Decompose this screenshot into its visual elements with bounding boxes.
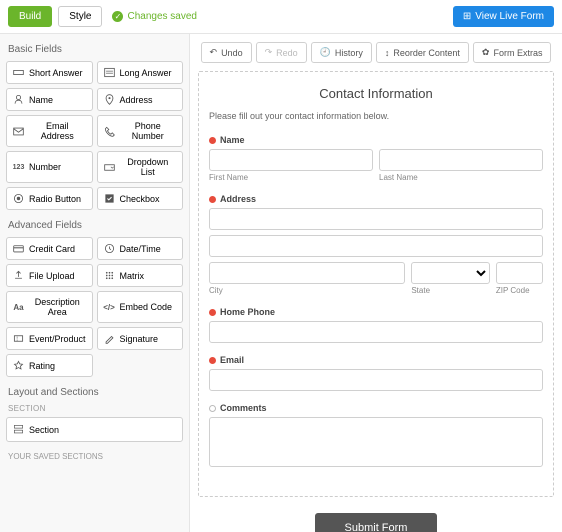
- field-phone[interactable]: Phone Number: [97, 115, 184, 147]
- view-live-button[interactable]: ⊞ View Live Form: [453, 6, 554, 27]
- required-icon: [209, 357, 216, 364]
- field-file-upload[interactable]: File Upload: [6, 264, 93, 287]
- reorder-button[interactable]: ↕Reorder Content: [376, 42, 469, 63]
- clock-icon: [104, 243, 115, 254]
- state-select[interactable]: [411, 262, 490, 284]
- layout-heading: Layout and Sections: [8, 387, 183, 398]
- last-name-input[interactable]: [379, 149, 543, 171]
- radio-icon: [13, 193, 24, 204]
- matrix-icon: [104, 270, 115, 281]
- required-icon: [209, 309, 216, 316]
- field-long-answer[interactable]: Long Answer: [97, 61, 184, 84]
- field-number[interactable]: 123Number: [6, 151, 93, 183]
- undo-icon: ↶: [210, 47, 218, 58]
- envelope-icon: [13, 126, 24, 137]
- field-short-answer[interactable]: Short Answer: [6, 61, 93, 84]
- field-signature[interactable]: Signature: [97, 327, 183, 350]
- ticket-icon: [13, 333, 24, 344]
- required-icon: [209, 196, 216, 203]
- style-tab[interactable]: Style: [58, 6, 102, 27]
- field-address-block[interactable]: Address City State ZIP Code: [209, 194, 543, 295]
- basic-fields-heading: Basic Fields: [8, 44, 183, 55]
- zip-input[interactable]: [496, 262, 543, 284]
- checkbox-icon: [104, 193, 115, 204]
- saved-sections-label: YOUR SAVED SECTIONS: [8, 452, 183, 461]
- phone-input[interactable]: [209, 321, 543, 343]
- address-line1-input[interactable]: [209, 208, 543, 230]
- gear-icon: ✿: [482, 47, 490, 58]
- build-tab[interactable]: Build: [8, 6, 52, 27]
- saved-status: ✓ Changes saved: [112, 11, 197, 22]
- first-name-input[interactable]: [209, 149, 373, 171]
- section-button[interactable]: Section: [6, 417, 183, 442]
- short-answer-icon: [13, 67, 24, 78]
- field-datetime[interactable]: Date/Time: [97, 237, 183, 260]
- person-icon: [13, 94, 24, 105]
- field-email[interactable]: Email Address: [6, 115, 93, 147]
- field-credit-card[interactable]: Credit Card: [6, 237, 93, 260]
- field-address[interactable]: Address: [97, 88, 184, 111]
- topbar: Build Style ✓ Changes saved ⊞ View Live …: [0, 0, 562, 34]
- dropdown-icon: [104, 162, 115, 173]
- comments-input[interactable]: [209, 417, 543, 467]
- reorder-icon: ↕: [385, 48, 390, 58]
- section-icon: [13, 424, 24, 435]
- text-icon: Aa: [13, 302, 24, 313]
- field-dropdown[interactable]: Dropdown List: [97, 151, 184, 183]
- redo-button[interactable]: ↷Redo: [256, 42, 307, 63]
- star-icon: [13, 360, 24, 371]
- optional-icon: [209, 405, 216, 412]
- first-name-sublabel: First Name: [209, 173, 373, 182]
- canvas: ↶Undo ↷Redo 🕘History ↕Reorder Content ✿F…: [190, 34, 562, 532]
- field-phone-block[interactable]: Home Phone: [209, 307, 543, 343]
- advanced-fields-heading: Advanced Fields: [8, 220, 183, 231]
- saved-text: Changes saved: [127, 11, 197, 22]
- pen-icon: [104, 333, 115, 344]
- field-name-block[interactable]: Name First Name Last Name: [209, 135, 543, 182]
- redo-icon: ↷: [265, 47, 273, 58]
- field-name[interactable]: Name: [6, 88, 93, 111]
- canvas-toolbar: ↶Undo ↷Redo 🕘History ↕Reorder Content ✿F…: [198, 42, 554, 63]
- undo-button[interactable]: ↶Undo: [201, 42, 252, 63]
- field-description[interactable]: AaDescription Area: [6, 291, 93, 323]
- city-input[interactable]: [209, 262, 405, 284]
- pin-icon: [104, 94, 115, 105]
- field-checkbox[interactable]: Checkbox: [97, 187, 184, 210]
- history-button[interactable]: 🕘History: [311, 42, 372, 63]
- field-embed[interactable]: </>Embed Code: [97, 291, 183, 323]
- phone-icon: [104, 126, 115, 137]
- form-description: Please fill out your contact information…: [209, 111, 543, 121]
- field-matrix[interactable]: Matrix: [97, 264, 183, 287]
- card-icon: [13, 243, 24, 254]
- number-icon: 123: [13, 162, 24, 173]
- check-icon: ✓: [112, 11, 123, 22]
- required-icon: [209, 137, 216, 144]
- last-name-sublabel: Last Name: [379, 173, 543, 182]
- email-input[interactable]: [209, 369, 543, 391]
- history-icon: 🕘: [320, 47, 331, 58]
- long-answer-icon: [104, 67, 115, 78]
- code-icon: </>: [104, 302, 115, 313]
- sidebar: Basic Fields Short Answer Long Answer Na…: [0, 34, 190, 532]
- section-label: SECTION: [8, 404, 183, 413]
- form-area[interactable]: Contact Information Please fill out your…: [198, 71, 554, 497]
- monitor-icon: ⊞: [463, 11, 471, 22]
- extras-button[interactable]: ✿Form Extras: [473, 42, 552, 63]
- field-event[interactable]: Event/Product: [6, 327, 93, 350]
- form-title: Contact Information: [209, 86, 543, 101]
- submit-button[interactable]: Submit Form: [315, 513, 438, 532]
- upload-icon: [13, 270, 24, 281]
- field-comments-block[interactable]: Comments: [209, 403, 543, 470]
- field-rating[interactable]: Rating: [6, 354, 93, 377]
- address-line2-input[interactable]: [209, 235, 543, 257]
- field-email-block[interactable]: Email: [209, 355, 543, 391]
- field-radio[interactable]: Radio Button: [6, 187, 93, 210]
